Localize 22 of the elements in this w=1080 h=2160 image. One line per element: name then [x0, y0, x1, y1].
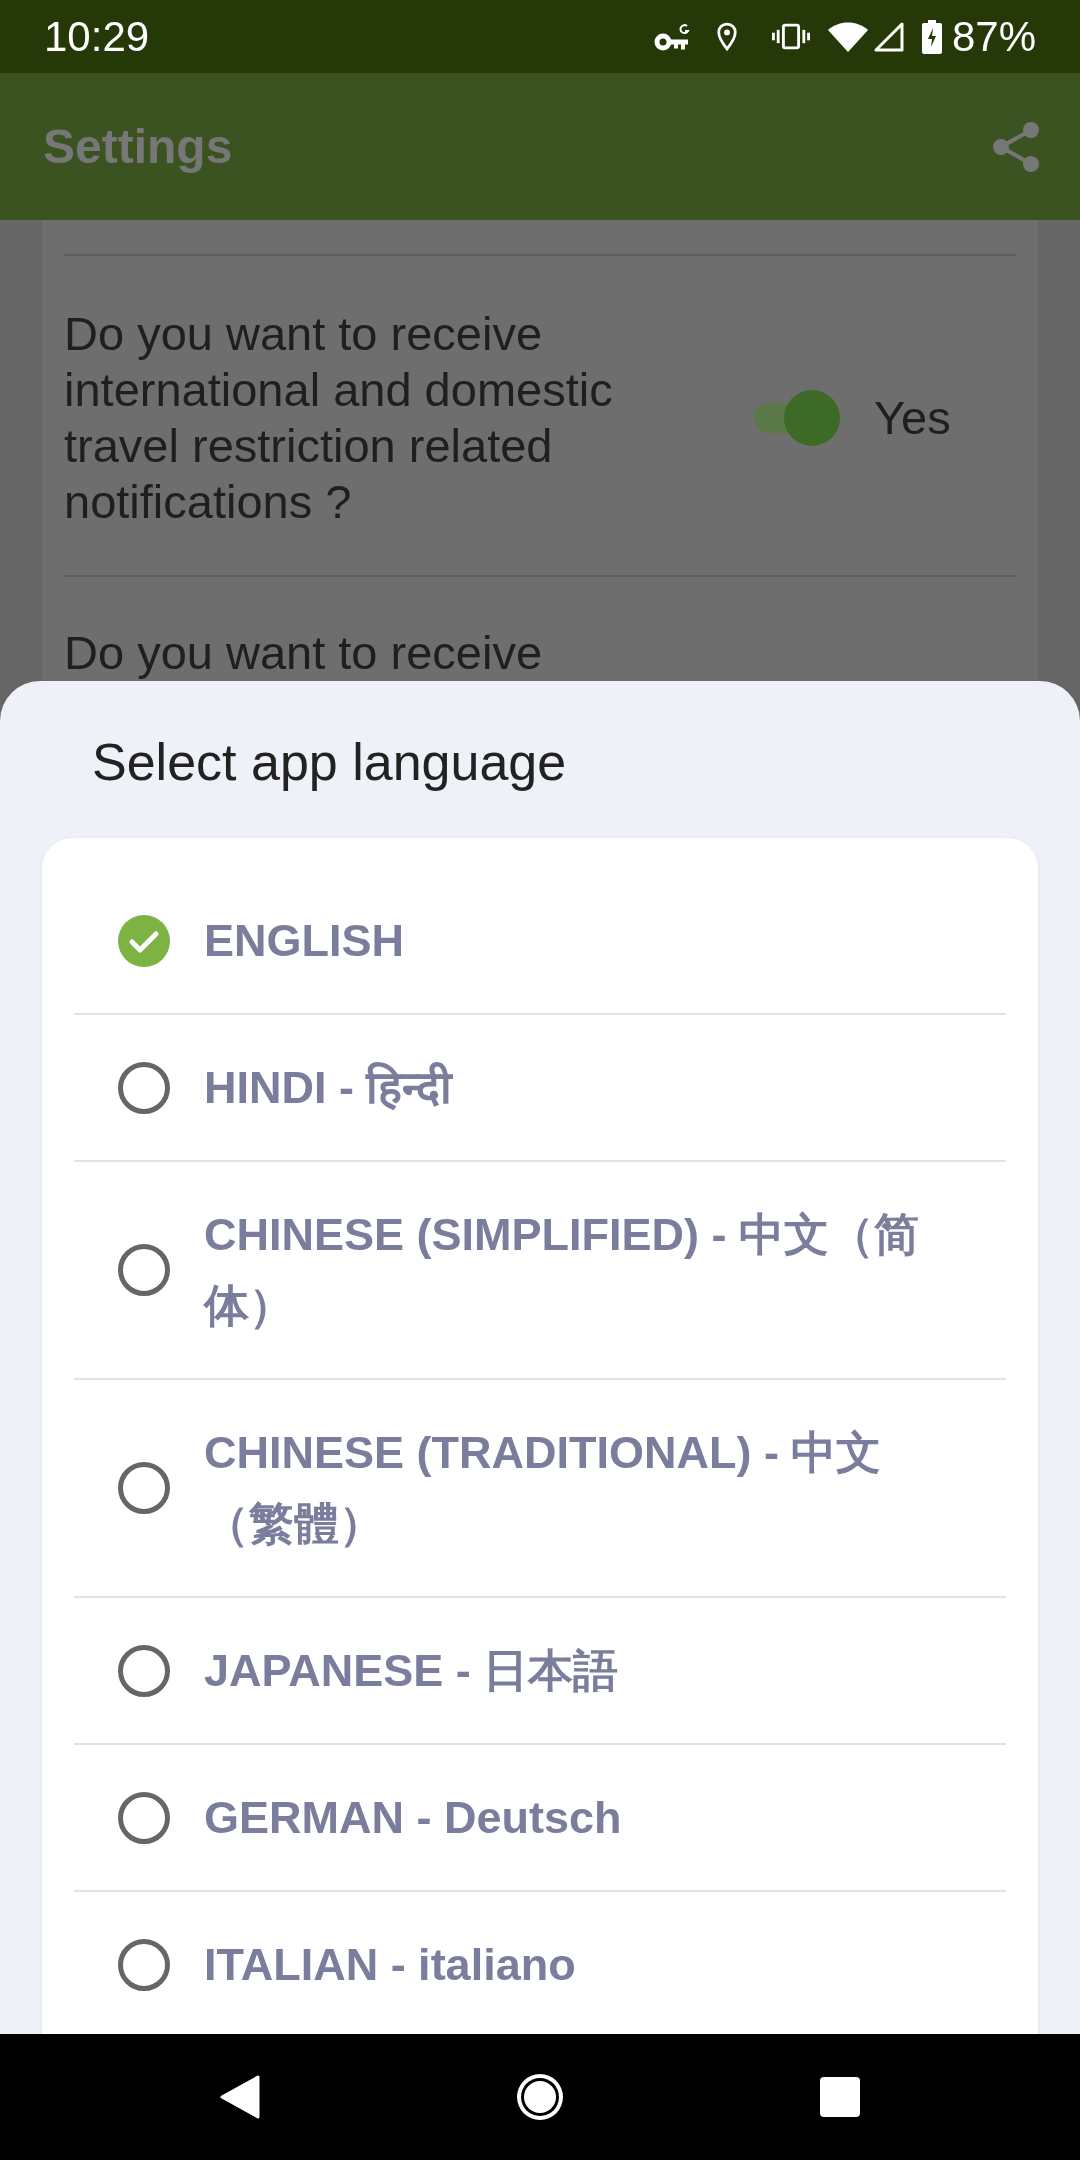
language-option[interactable]: ITALIAN - italiano [74, 1892, 1006, 2034]
back-icon[interactable] [220, 2075, 260, 2119]
battery-charging-icon [921, 19, 942, 54]
language-option[interactable]: JAPANESE - 日本語 [74, 1598, 1006, 1743]
language-option[interactable]: HINDI - हिन्दी [74, 1015, 1006, 1160]
language-option[interactable]: ENGLISH [74, 868, 1006, 1013]
sheet-title: Select app language [92, 732, 567, 793]
status-time: 10:29 [44, 11, 150, 62]
recents-icon[interactable] [820, 2077, 860, 2117]
battery-percent: 87% [951, 11, 1036, 62]
language-option[interactable]: CHINESE (SIMPLIFIED) - 中文（简体） [74, 1162, 1006, 1378]
setting-question: Do you want to receive [64, 625, 544, 681]
home-icon[interactable] [515, 2072, 565, 2122]
app-bar-title: Settings [43, 118, 233, 175]
language-option[interactable]: CHINESE (TRADITIONAL) - 中文（繁體） [74, 1380, 1006, 1596]
wifi-icon [827, 21, 868, 52]
toggle-value-label: Yes [874, 390, 951, 446]
language-option[interactable]: GERMAN - Deutsch [74, 1745, 1006, 1890]
vibrate-icon [771, 23, 810, 50]
location-pin-icon [715, 21, 738, 52]
setting-question: Do you want to receive international and domestic travel restriction related notifications ? [64, 306, 614, 530]
share-icon[interactable] [992, 120, 1040, 173]
